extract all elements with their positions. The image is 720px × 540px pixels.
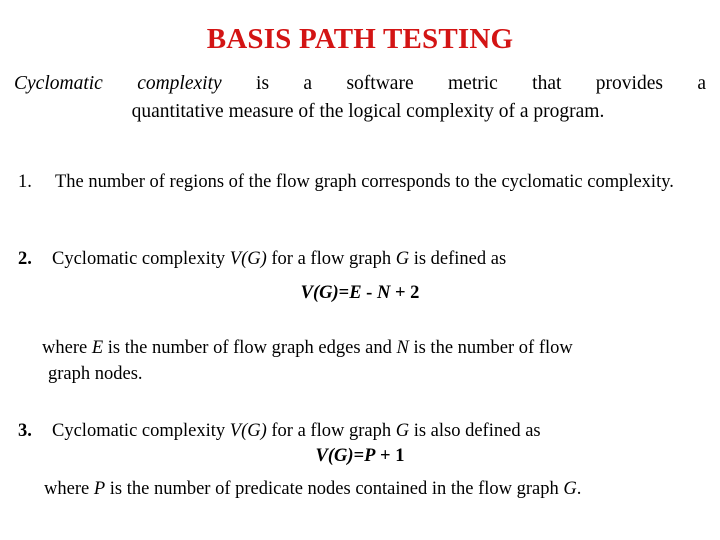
- item3-text-part2: for a flow graph: [266, 421, 396, 441]
- where1-pre: where: [42, 338, 92, 358]
- where2-var-p: P: [93, 479, 106, 499]
- list-item-marker-1: 1.: [18, 172, 32, 192]
- list-item-text-1: The number of regions of the flow graph …: [55, 172, 674, 192]
- formula1-operator-minus: -: [361, 283, 377, 303]
- list-item: 3. Cyclomatic complexity V(G) for a flow…: [18, 419, 708, 445]
- intro-paragraph: Cyclomatic complexity is a software metr…: [14, 70, 706, 125]
- formula-cyclomatic-edges-nodes: V(G)=E - N + 2: [0, 283, 720, 304]
- intro-line-2: quantitative measure of the logical comp…: [131, 100, 605, 122]
- intro-line-1-rest: is a software metric that provides a: [221, 73, 707, 94]
- where-clause-1: where E is the number of flow graph edge…: [42, 336, 662, 388]
- item2-text-part1: Cyclomatic complexity: [52, 249, 230, 269]
- where1-post: is the number of flow: [408, 338, 573, 358]
- where1-var-n: N: [396, 338, 409, 358]
- list-item-text-2: Cyclomatic complexity V(G) for a flow gr…: [52, 247, 708, 273]
- where-clause-2: where P is the number of predicate nodes…: [44, 477, 694, 503]
- formula2-constant: 1: [395, 446, 405, 466]
- list-item: 2. Cyclomatic complexity V(G) for a flow…: [18, 247, 708, 273]
- item2-var-vg: V(G): [229, 249, 267, 269]
- formula2-var-p: P: [364, 446, 376, 466]
- formula1-operator-plus: +: [390, 283, 411, 303]
- intro-lead-italic: Cyclomatic complexity: [14, 73, 222, 94]
- formula2-operator-plus: +: [375, 446, 396, 466]
- list-item-text-3: Cyclomatic complexity V(G) for a flow gr…: [52, 419, 708, 445]
- list-item-marker-2: 2.: [18, 249, 32, 269]
- item3-text-part1: Cyclomatic complexity: [52, 421, 230, 441]
- where1-var-e: E: [91, 338, 104, 358]
- formula1-var-n: N: [376, 283, 391, 303]
- formula-cyclomatic-predicates: V(G)=P + 1: [0, 446, 720, 467]
- where2-var-g: G: [563, 479, 577, 499]
- formula1-var-e: E: [349, 283, 362, 303]
- where1-mid: is the number of flow graph edges and: [103, 338, 397, 358]
- formula1-constant: 2: [410, 283, 420, 303]
- item3-var-vg: V(G): [229, 421, 267, 441]
- where2-pre: where: [44, 479, 94, 499]
- where2-mid: is the number of predicate nodes contain…: [105, 479, 564, 499]
- page-title: BASIS PATH TESTING: [206, 23, 514, 55]
- formula2-lhs: V(G): [315, 446, 354, 466]
- formula1-lhs: V(G): [300, 283, 339, 303]
- list-item-marker-3: 3.: [18, 421, 32, 441]
- where1-line-2: graph nodes.: [48, 363, 143, 384]
- slide-canvas: BASIS PATH TESTING Cyclomatic complexity…: [0, 0, 720, 540]
- item2-var-g: G: [395, 249, 410, 269]
- formula1-equals: =: [338, 283, 350, 303]
- item3-text-part3: is also defined as: [409, 421, 541, 441]
- formula2-equals: =: [353, 446, 365, 466]
- item2-text-part2: for a flow graph: [266, 249, 396, 269]
- where2-post: .: [576, 479, 582, 499]
- intro-line-1: Cyclomatic complexity is a software metr…: [14, 70, 706, 98]
- list-item: 1. The number of regions of the flow gra…: [18, 170, 678, 196]
- item2-text-part3: is defined as: [409, 249, 507, 269]
- item3-var-g: G: [395, 421, 410, 441]
